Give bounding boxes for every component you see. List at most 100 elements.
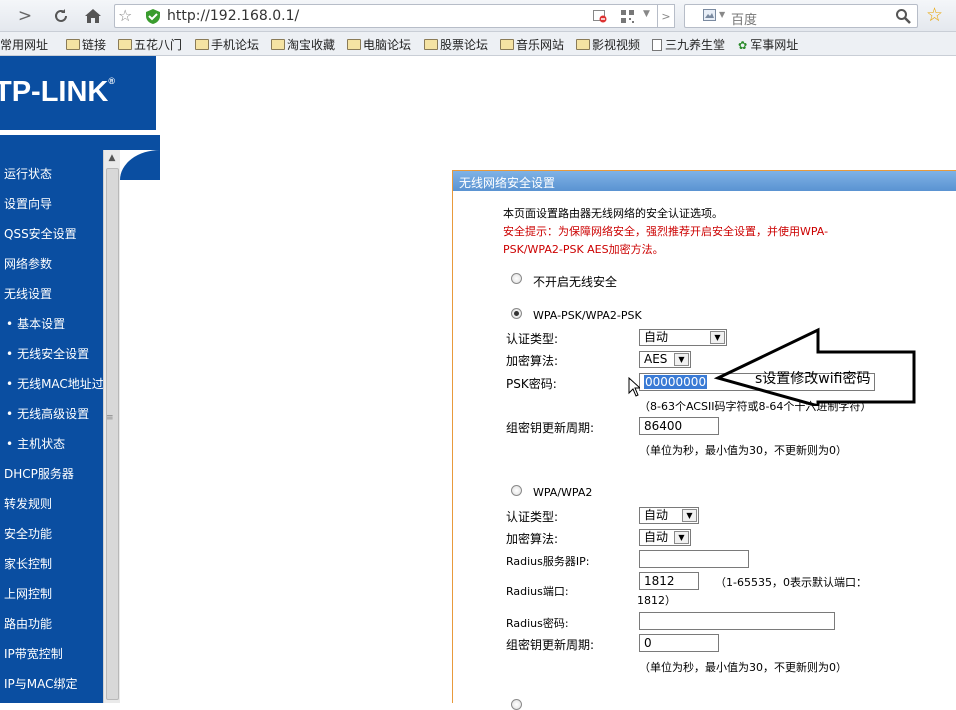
go-arrow-icon[interactable]: > xyxy=(657,4,675,28)
radius-port-input[interactable]: 1812 xyxy=(639,572,699,590)
chevron-down-icon: ▼ xyxy=(682,509,697,522)
site-favicon-icon: ✿ xyxy=(738,39,748,52)
sidebar-item-wireless-security[interactable]: 无线安全设置 xyxy=(6,345,89,362)
folder-icon xyxy=(347,39,361,50)
radio-disable-security[interactable] xyxy=(511,273,522,284)
sidebar-item-security[interactable]: 安全功能 xyxy=(4,525,52,542)
bookmark-folder[interactable]: 五花八门 xyxy=(118,36,182,53)
header-strip xyxy=(0,135,160,150)
wireless-security-panel: 无线网络安全设置 本页面设置路由器无线网络的安全认证选项。 安全提示：为保障网络… xyxy=(452,170,956,710)
radio-wep[interactable] xyxy=(511,699,522,710)
bookmark-folder[interactable]: 影视视频 xyxy=(576,36,640,53)
option-label: WPA-PSK/WPA2-PSK xyxy=(533,309,642,322)
radius-password-input[interactable] xyxy=(639,612,835,630)
auth-type-label: 认证类型: xyxy=(506,510,559,524)
sidebar-item-network[interactable]: 网络参数 xyxy=(4,255,52,272)
search-engine-icon[interactable] xyxy=(703,9,717,22)
renew-hint: （单位为秒，最小值为30，不更新则为0） xyxy=(639,444,847,457)
option-label: 不开启无线安全 xyxy=(533,275,618,289)
brand-header: TP-LINK® xyxy=(0,56,156,130)
bookmark-page[interactable]: 三九养生堂 xyxy=(652,36,725,53)
url-text[interactable]: http://192.168.0.1/ xyxy=(167,8,299,24)
bookmark-folder[interactable]: 链接 xyxy=(66,36,106,53)
favorites-star-icon[interactable]: ☆ xyxy=(926,4,943,26)
intro-text: 本页面设置路由器无线网络的安全认证选项。 xyxy=(503,207,723,220)
bookmark-folder[interactable]: 常用网址 xyxy=(0,36,48,53)
bookmark-folder[interactable]: 手机论坛 xyxy=(195,36,259,53)
wpa-auth-type-select[interactable]: 自动 ▼ xyxy=(639,507,699,524)
folder-icon xyxy=(576,39,590,50)
radio-wpa[interactable] xyxy=(511,485,522,496)
blocked-page-icon[interactable] xyxy=(593,10,607,23)
chevron-down-icon: ▼ xyxy=(674,531,689,544)
annotation-arrow-icon xyxy=(713,327,916,406)
chevron-down-icon: ▼ xyxy=(674,353,689,366)
forward-icon[interactable]: > xyxy=(14,5,36,27)
bookmark-folder[interactable]: 股票论坛 xyxy=(424,36,488,53)
encryption-select[interactable]: AES ▼ xyxy=(639,351,691,368)
sidebar-item-qss[interactable]: QSS安全设置 xyxy=(4,225,77,242)
encryption-label: 加密算法: xyxy=(506,354,559,368)
search-input[interactable]: 百度 xyxy=(731,9,757,28)
bookmark-folder[interactable]: 音乐网站 xyxy=(500,36,564,53)
folder-icon xyxy=(500,39,514,50)
mouse-cursor-icon xyxy=(628,377,640,397)
page-icon xyxy=(652,39,662,51)
search-bar[interactable]: ▼ 百度 xyxy=(684,4,918,28)
search-icon[interactable] xyxy=(895,8,911,24)
bookmark-folder[interactable]: 电脑论坛 xyxy=(347,36,411,53)
scroll-up-icon[interactable]: ▲ xyxy=(104,150,120,166)
sidebar-item-advanced[interactable]: 无线高级设置 xyxy=(6,405,89,422)
psk-password-label: PSK密码: xyxy=(506,377,557,391)
annotation-text: s设置修改wifi密码 xyxy=(755,371,871,387)
sidebar-menu: 运行状态 设置向导 QSS安全设置 网络参数 无线设置 基本设置 无线安全设置 … xyxy=(0,150,103,703)
brand-logo: TP-LINK® xyxy=(0,76,116,108)
folder-icon xyxy=(195,39,209,50)
radius-password-label: Radius密码: xyxy=(506,617,569,630)
radius-ip-label: Radius服务器IP: xyxy=(506,555,590,568)
sidebar-item-basic[interactable]: 基本设置 xyxy=(6,315,65,332)
bookmark-star-icon[interactable]: ☆ xyxy=(118,6,132,25)
sidebar-item-forwarding[interactable]: 转发规则 xyxy=(4,495,52,512)
refresh-icon[interactable] xyxy=(50,5,72,27)
radio-wpa-psk[interactable] xyxy=(511,308,522,319)
sidebar-item-bandwidth[interactable]: IP带宽控制 xyxy=(4,645,63,662)
bookmark-folder[interactable]: 淘宝收藏 xyxy=(271,36,335,53)
radius-port-hint: （1-65535，0表示默认端口： xyxy=(715,576,867,589)
sidebar-item-wizard[interactable]: 设置向导 xyxy=(4,195,52,212)
home-icon[interactable] xyxy=(82,5,104,27)
sidebar-item-ip-mac[interactable]: IP与MAC绑定 xyxy=(4,675,78,692)
sidebar-item-mac-filter[interactable]: 无线MAC地址过滤 xyxy=(6,375,103,392)
sidebar-item-host-status[interactable]: 主机状态 xyxy=(6,435,65,452)
radius-ip-input[interactable] xyxy=(639,550,749,568)
bookmark-site[interactable]: ✿ 军事网址 xyxy=(738,36,798,53)
sidebar-item-access-control[interactable]: 上网控制 xyxy=(4,585,52,602)
qr-code-icon[interactable] xyxy=(621,10,635,23)
bookmarks-bar: 常用网址 链接 五花八门 手机论坛 淘宝收藏 电脑论坛 股票论坛 音乐网站 影视… xyxy=(0,32,956,56)
folder-icon xyxy=(118,39,132,50)
folder-icon xyxy=(271,39,285,50)
dropdown-arrow-icon[interactable]: ▼ xyxy=(643,9,650,19)
warning-text: PSK/WPA2-PSK AES加密方法。 xyxy=(503,243,664,256)
wpa-renew-period-input[interactable]: 0 xyxy=(639,634,719,652)
panel-title: 无线网络安全设置 xyxy=(453,171,956,191)
sidebar-scrollbar[interactable]: ▲ ≡ xyxy=(103,150,120,703)
folder-icon xyxy=(66,39,80,50)
engine-dropdown-icon[interactable]: ▼ xyxy=(719,10,725,19)
option-label: WPA/WPA2 xyxy=(533,486,593,499)
browser-toolbar: > ☆ http://192.168.0.1/ ▼ > ▼ 百度 ☆ xyxy=(0,0,956,32)
address-bar[interactable]: ☆ http://192.168.0.1/ ▼ xyxy=(114,4,674,28)
menu-corner xyxy=(120,150,160,180)
wpa-encryption-select[interactable]: 自动 ▼ xyxy=(639,529,691,546)
folder-icon xyxy=(424,39,438,50)
sidebar-item-wireless[interactable]: 无线设置 xyxy=(4,285,52,302)
sidebar-item-dhcp[interactable]: DHCP服务器 xyxy=(4,465,74,482)
secure-shield-icon xyxy=(146,9,160,24)
sidebar-item-parental[interactable]: 家长控制 xyxy=(4,555,52,572)
renew-period-input[interactable]: 86400 xyxy=(639,417,719,435)
renew-period-label: 组密钥更新周期: xyxy=(506,638,595,652)
encryption-label: 加密算法: xyxy=(506,532,559,546)
scroll-thumb[interactable] xyxy=(106,168,119,700)
sidebar-item-status[interactable]: 运行状态 xyxy=(4,165,52,182)
sidebar-item-routing[interactable]: 路由功能 xyxy=(4,615,52,632)
